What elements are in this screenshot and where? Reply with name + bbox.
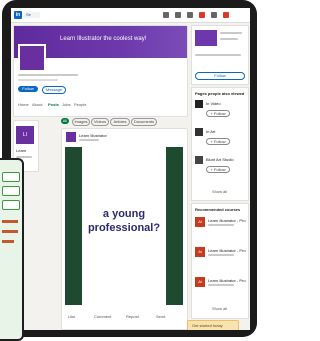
left-card-text: Learn xyxy=(16,148,27,153)
page-1-logo xyxy=(195,100,203,108)
filter-row: All Images Videos Articles Documents xyxy=(61,118,191,126)
course-3-logo: Ai xyxy=(195,277,205,287)
course-3-sub xyxy=(208,284,234,286)
tab-jobs[interactable]: Jobs xyxy=(62,102,70,107)
promo-text: Get started today xyxy=(192,323,223,328)
filter-videos[interactable]: Videos xyxy=(91,118,109,126)
page-3-follow[interactable]: + Follow xyxy=(206,166,230,173)
like-button[interactable]: Like xyxy=(68,314,75,319)
tab-about[interactable]: About xyxy=(32,102,42,107)
post-action-bar: Like Comment Repost Send xyxy=(66,312,184,322)
comment-button[interactable]: Comment xyxy=(94,314,111,319)
company-tagline-line xyxy=(18,79,58,81)
repost-button[interactable]: Repost xyxy=(126,314,139,319)
phone-device xyxy=(0,158,24,341)
video-caption: a young professional? xyxy=(87,208,161,234)
course-2-title[interactable]: Learn Illustrator - Pro xyxy=(208,248,246,253)
promo-banner[interactable]: Get started today xyxy=(187,320,239,330)
screen: in Se Learn Illustrator the coolest way!… xyxy=(11,8,250,330)
post-author-avatar[interactable] xyxy=(66,132,76,142)
send-button[interactable]: Send xyxy=(156,314,165,319)
page-3-logo xyxy=(195,156,203,164)
notifications-icon[interactable] xyxy=(211,12,217,18)
filter-documents[interactable]: Documents xyxy=(131,118,157,126)
page-2-logo xyxy=(195,128,203,136)
top-nav-bar: in Se xyxy=(11,8,250,23)
filter-images[interactable]: Images xyxy=(72,118,90,126)
tab-people[interactable]: People xyxy=(74,102,86,107)
tab-posts[interactable]: Posts xyxy=(48,102,59,107)
right-card-line-3 xyxy=(195,54,241,56)
linkedin-logo[interactable]: in xyxy=(14,11,22,19)
pages-also-viewed-card: Pages people also viewed In Video + Foll… xyxy=(191,87,249,201)
right-card-thumbnail xyxy=(195,30,217,46)
phone-item-3 xyxy=(2,200,20,210)
left-card-logo: LI xyxy=(16,126,34,144)
network-icon[interactable] xyxy=(175,12,181,18)
post-video[interactable]: a young professional? xyxy=(65,147,183,305)
home-icon[interactable] xyxy=(163,12,169,18)
phone-line-1 xyxy=(2,220,18,223)
page-tabs: Home About Posts Jobs People xyxy=(18,102,178,110)
page-1-follow[interactable]: + Follow xyxy=(206,110,230,117)
follow-button[interactable]: Follow xyxy=(18,86,38,92)
show-all-pages[interactable]: Show all xyxy=(212,189,227,194)
profile-icon[interactable] xyxy=(223,12,229,18)
page-1-name[interactable]: In Video xyxy=(206,101,221,106)
right-top-card: Follow xyxy=(191,25,249,85)
courses-heading: Recommended courses xyxy=(195,207,241,212)
tab-home[interactable]: Home xyxy=(18,102,29,107)
phone-item-1 xyxy=(2,172,20,182)
post-author-name[interactable]: Learn Illustrator xyxy=(79,133,107,138)
jobs-icon[interactable] xyxy=(187,12,193,18)
courses-card: Recommended courses Ai Learn Illustrator… xyxy=(191,203,249,319)
message-button[interactable]: Message xyxy=(42,86,66,94)
search-input[interactable]: Se xyxy=(24,12,40,18)
messaging-icon[interactable] xyxy=(199,12,205,18)
company-header-card: Learn Illustrator the coolest way! Follo… xyxy=(13,25,188,117)
course-1-sub xyxy=(208,224,234,226)
right-follow-button[interactable]: Follow xyxy=(195,72,245,80)
show-all-courses[interactable]: Show all xyxy=(212,306,227,311)
pages-heading: Pages people also viewed xyxy=(195,91,245,96)
page-2-name[interactable]: In Art xyxy=(206,129,215,134)
company-name-line xyxy=(18,74,78,76)
banner-text: Learn Illustrator the coolest way! xyxy=(60,36,147,42)
course-2-logo: Ai xyxy=(195,247,205,257)
video-frame: a young professional? xyxy=(82,147,166,305)
company-logo xyxy=(18,44,46,72)
post-card: Learn Illustrator a young professional? … xyxy=(61,128,188,330)
phone-item-2 xyxy=(2,186,20,196)
course-1-title[interactable]: Learn Illustrator - Pro xyxy=(208,218,246,223)
filter-articles[interactable]: Articles xyxy=(110,118,130,126)
course-1-logo: Ai xyxy=(195,217,205,227)
right-card-line-2 xyxy=(220,38,238,40)
phone-line-2 xyxy=(2,230,18,233)
right-card-line-1 xyxy=(220,32,242,34)
page-2-follow[interactable]: + Follow xyxy=(206,138,230,145)
course-3-title[interactable]: Learn Illustrator - Pro xyxy=(208,278,246,283)
course-2-sub xyxy=(208,254,234,256)
phone-line-3 xyxy=(2,240,14,243)
filter-all[interactable]: All xyxy=(61,118,69,124)
post-meta-line xyxy=(79,139,99,141)
page-3-name[interactable]: Blunt Art Studio xyxy=(206,157,234,162)
